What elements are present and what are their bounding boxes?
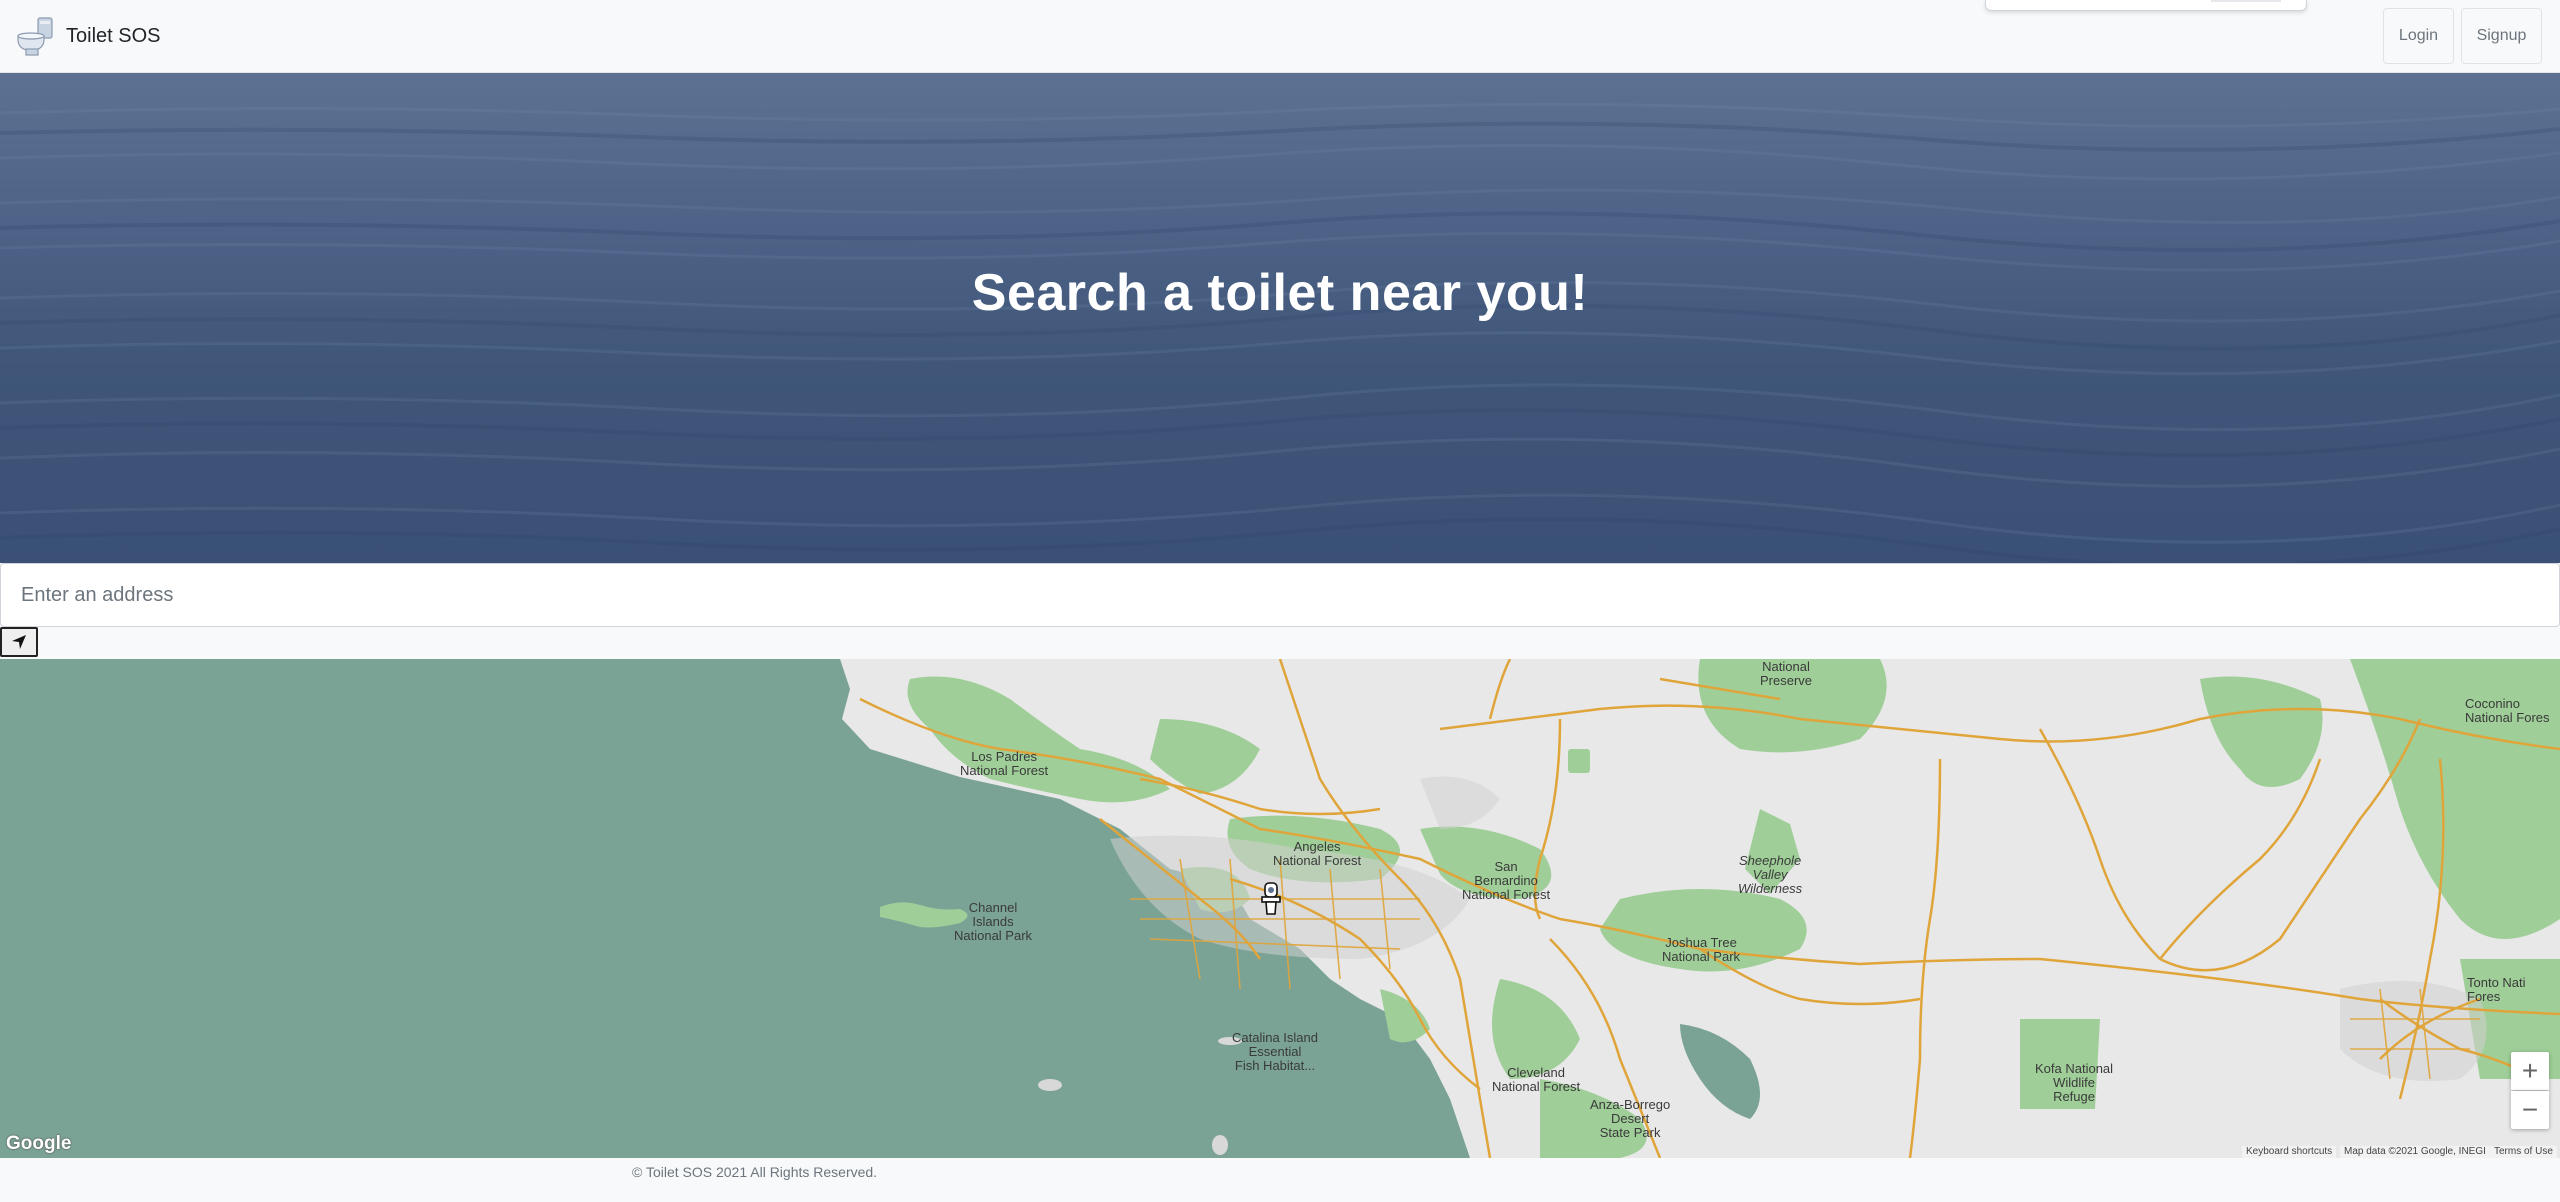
map-view[interactable]: Los Padres National Forest Angeles Natio… bbox=[0, 659, 2560, 1158]
login-button[interactable]: Login bbox=[2383, 8, 2454, 64]
toilet-icon bbox=[17, 17, 53, 56]
map-label-sheephole: Sheephole Valley Wilderness bbox=[1738, 853, 1803, 896]
map-label-san-bernardino: San Bernardino National Forest bbox=[1462, 859, 1551, 902]
brand-link[interactable]: Toilet SOS bbox=[14, 14, 160, 58]
popup-button-edge bbox=[2211, 0, 2281, 2]
map-label-kofa: Kofa National Wildlife Refuge bbox=[2035, 1061, 2114, 1104]
map-label-coconino: Coconino National Fores bbox=[2465, 696, 2550, 725]
map-label-angeles: Angeles National Forest bbox=[1273, 839, 1362, 868]
zoom-out-button[interactable]: − bbox=[2511, 1091, 2549, 1129]
navbar: Toilet SOS Login Signup bbox=[0, 0, 2560, 73]
navigation-arrow-icon bbox=[12, 635, 26, 649]
hero-title: Search a toilet near you! bbox=[971, 264, 1589, 322]
map-label-national-preserve: National Preserve bbox=[1760, 659, 1813, 688]
hero-banner: Search a toilet near you! bbox=[0, 73, 2560, 563]
terms-of-use-link[interactable]: Terms of Use bbox=[2490, 1146, 2557, 1158]
map-data-attribution: Map data ©2021 Google, INEGI bbox=[2340, 1146, 2490, 1158]
map-label-tonto: Tonto Nati Fores bbox=[2467, 975, 2526, 1004]
map-label-los-padres: Los Padres National Forest bbox=[960, 749, 1049, 778]
map-label-joshua-tree: Joshua Tree National Park bbox=[1662, 935, 1741, 964]
toilet-marker-icon[interactable] bbox=[1258, 882, 1284, 916]
keyboard-shortcuts-link[interactable]: Keyboard shortcuts bbox=[2242, 1146, 2337, 1158]
map-label-anza-borrego: Anza-Borrego Desert State Park bbox=[1590, 1097, 1671, 1140]
zoom-in-button[interactable]: + bbox=[2511, 1052, 2549, 1090]
address-search-input[interactable] bbox=[0, 563, 2560, 627]
minus-icon: − bbox=[2521, 1094, 2539, 1125]
signup-button[interactable]: Signup bbox=[2461, 8, 2542, 64]
map-label-catalina: Catalina Island Essential Fish Habitat..… bbox=[1232, 1030, 1318, 1073]
footer-copyright: © Toilet SOS 2021 All Rights Reserved. bbox=[632, 1164, 878, 1180]
dropdown-popup-edge bbox=[1985, 0, 2307, 11]
map-label-cleveland: Cleveland National Forest bbox=[1492, 1065, 1581, 1094]
map-label-channel-islands: Channel Islands National Park bbox=[954, 900, 1033, 943]
brand-name: Toilet SOS bbox=[66, 24, 161, 47]
plus-icon: + bbox=[2521, 1055, 2539, 1086]
locate-me-button[interactable] bbox=[0, 627, 38, 657]
google-logo[interactable]: Google bbox=[6, 1133, 71, 1155]
